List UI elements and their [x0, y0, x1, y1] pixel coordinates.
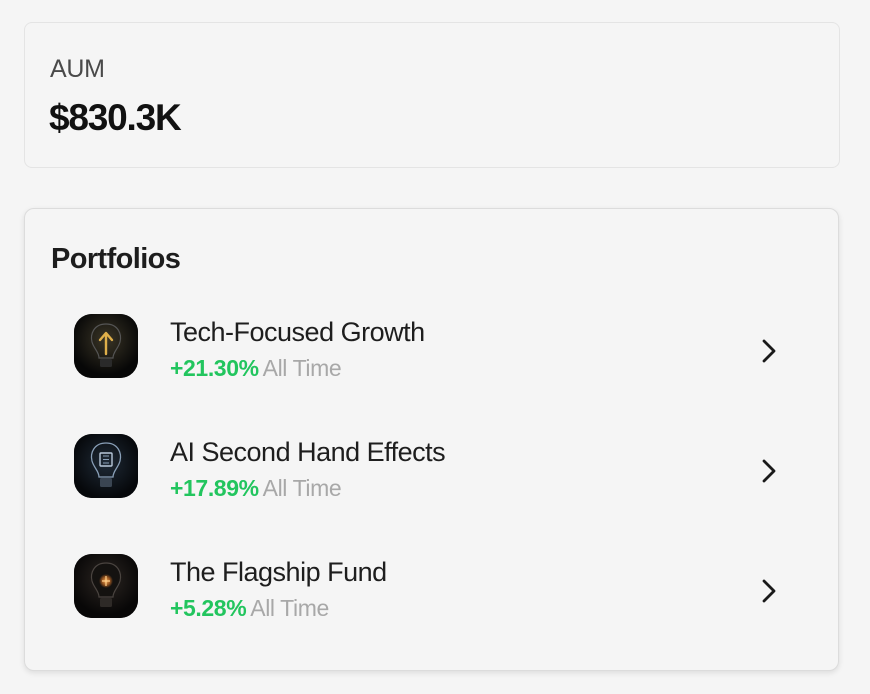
portfolios-title: Portfolios: [51, 243, 181, 275]
portfolio-period: All Time: [262, 475, 342, 501]
chevron-right-icon[interactable]: [758, 456, 780, 486]
portfolio-row-tech-focused-growth[interactable]: Tech-Focused Growth +21.30% All Time: [25, 314, 838, 414]
lightbulb-arrow-icon: [74, 314, 138, 378]
chevron-right-icon[interactable]: [758, 336, 780, 366]
portfolio-change: +21.30%: [170, 355, 259, 381]
aum-card: AUM $830.3K: [24, 22, 840, 168]
portfolio-period: All Time: [250, 595, 329, 621]
portfolio-name: AI Second Hand Effects: [170, 437, 446, 467]
portfolios-card: Portfolios Tech-Focused Growth +21.30% Al…: [24, 208, 839, 671]
portfolio-performance: +5.28% All Time: [170, 595, 329, 622]
aum-value: $830.3K: [49, 97, 182, 138]
chevron-right-icon[interactable]: [758, 576, 780, 606]
portfolio-change: +17.89%: [170, 475, 259, 501]
portfolio-name: The Flagship Fund: [170, 557, 387, 587]
lightbulb-glow-icon: [74, 554, 138, 618]
portfolio-change: +5.28%: [170, 595, 247, 621]
lightbulb-chip-icon: [74, 434, 138, 498]
aum-label: AUM: [50, 55, 105, 83]
portfolio-performance: +17.89% All Time: [170, 475, 342, 502]
portfolio-name: Tech-Focused Growth: [170, 317, 425, 347]
portfolio-performance: +21.30% All Time: [170, 355, 342, 382]
portfolio-row-ai-second-hand-effects[interactable]: AI Second Hand Effects +17.89% All Time: [25, 434, 838, 534]
portfolio-row-the-flagship-fund[interactable]: The Flagship Fund +5.28% All Time: [25, 554, 838, 654]
portfolio-period: All Time: [262, 355, 342, 381]
